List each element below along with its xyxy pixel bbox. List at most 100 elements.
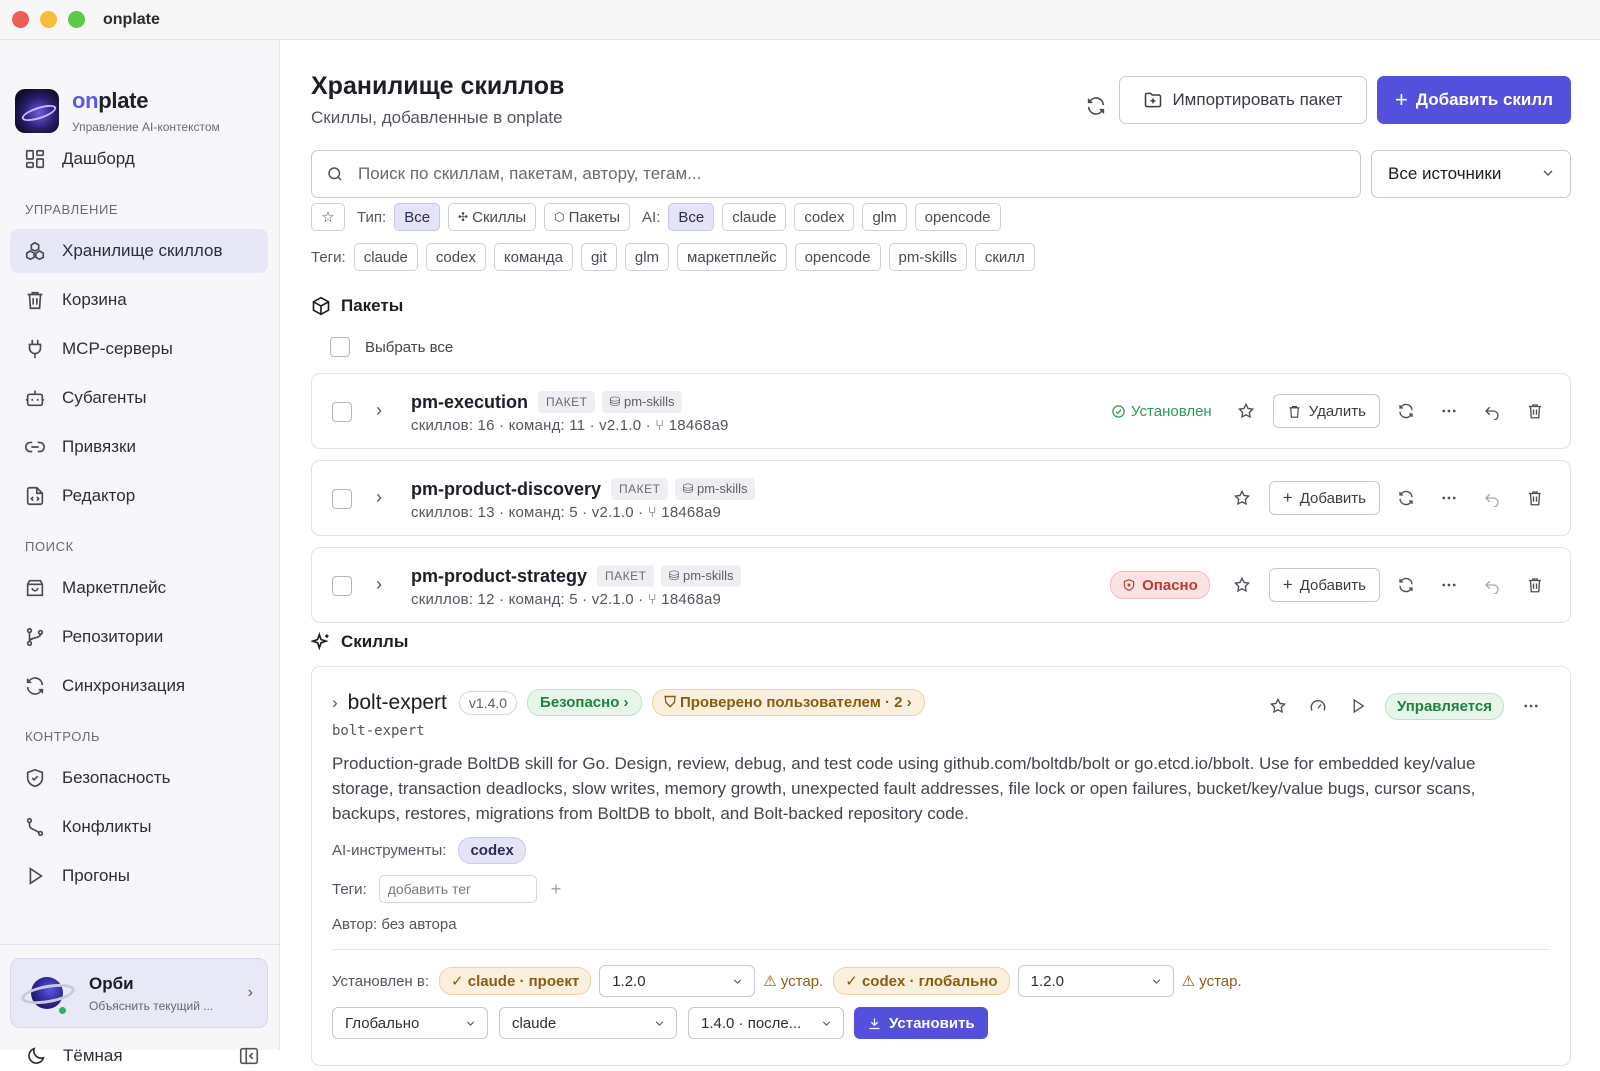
delete-package-button[interactable] bbox=[1518, 481, 1552, 515]
tag-filter[interactable]: claude bbox=[353, 243, 418, 271]
sidebar-item-repos[interactable]: Репозитории bbox=[10, 615, 268, 659]
installation-chip[interactable]: ✓ codex · глобально bbox=[833, 967, 1010, 995]
tag-filter[interactable]: codex bbox=[425, 243, 486, 271]
sidebar-item-conflicts[interactable]: Конфликты bbox=[10, 805, 268, 849]
package-meta: скиллов: 12 · команд: 5 · v2.1.0 · ⑂ 184… bbox=[411, 591, 722, 608]
ai-tool-chip[interactable]: codex bbox=[458, 837, 526, 864]
favorite-button[interactable] bbox=[1225, 568, 1259, 602]
window-title: onplate bbox=[103, 10, 160, 28]
favorite-button[interactable] bbox=[1261, 689, 1295, 723]
undo-button[interactable] bbox=[1475, 568, 1509, 602]
package-checkbox[interactable] bbox=[332, 489, 352, 509]
orbi-assistant-card[interactable]: Орби Объяснить текущий ... › bbox=[10, 958, 268, 1028]
link-icon bbox=[24, 436, 46, 458]
chevron-down-icon bbox=[466, 1021, 475, 1026]
theme-toggle[interactable]: Тёмная bbox=[25, 1045, 123, 1067]
favorite-button[interactable] bbox=[1229, 394, 1263, 428]
installed-version-select[interactable]: 1.2.0 bbox=[1017, 965, 1174, 997]
delete-package-button[interactable] bbox=[1518, 568, 1552, 602]
more-button[interactable] bbox=[1432, 481, 1466, 515]
sidebar-item-marketplace[interactable]: Маркетплейс bbox=[10, 566, 268, 610]
package-row: › pm-product-discovery ПАКЕТ ⛁ pm-skills… bbox=[311, 460, 1571, 536]
scope-select[interactable]: Глобально bbox=[332, 1007, 488, 1039]
target-tool-select[interactable]: claude bbox=[499, 1007, 677, 1039]
safe-badge[interactable]: Безопасно › bbox=[527, 689, 642, 716]
delete-package-button[interactable] bbox=[1518, 394, 1552, 428]
type-filter-all[interactable]: Все bbox=[394, 203, 441, 231]
add-skill-button[interactable]: + Добавить скилл bbox=[1377, 76, 1571, 124]
chevron-right-icon[interactable]: › bbox=[376, 400, 382, 421]
undo-button[interactable] bbox=[1475, 481, 1509, 515]
sidebar-item-skills-store[interactable]: Хранилище скиллов bbox=[10, 229, 268, 273]
install-button[interactable]: Установить bbox=[854, 1007, 988, 1039]
close-window-button[interactable] bbox=[12, 11, 29, 28]
tag-filter[interactable]: маркетплейс bbox=[677, 243, 787, 271]
more-button[interactable] bbox=[1514, 689, 1548, 723]
package-checkbox[interactable] bbox=[332, 402, 352, 422]
skill-divider bbox=[332, 949, 1550, 950]
sidebar-item-sync[interactable]: Синхронизация bbox=[10, 664, 268, 708]
sidebar-item-trash[interactable]: Корзина bbox=[10, 278, 268, 322]
brand-name: onplate bbox=[72, 88, 149, 113]
collapse-sidebar-button[interactable] bbox=[238, 1045, 260, 1067]
sidebar-item-dashboard[interactable]: Дашборд bbox=[10, 137, 268, 181]
select-all-checkbox[interactable] bbox=[330, 337, 350, 357]
add-package-button[interactable]: + Добавить bbox=[1268, 568, 1380, 602]
select-all-packages[interactable]: Выбрать все bbox=[330, 337, 453, 357]
more-button[interactable] bbox=[1432, 568, 1466, 602]
author-row: Автор: без автора bbox=[332, 916, 457, 933]
sync-package-button[interactable] bbox=[1389, 394, 1423, 428]
remove-package-button[interactable]: Удалить bbox=[1272, 394, 1380, 428]
plus-icon[interactable]: + bbox=[551, 879, 562, 900]
favorite-button[interactable] bbox=[1225, 481, 1259, 515]
target-version-select[interactable]: 1.4.0 · после... bbox=[688, 1007, 844, 1039]
search-input[interactable] bbox=[358, 164, 1258, 184]
tag-filter[interactable]: скилл bbox=[974, 243, 1035, 271]
ai-filter-all[interactable]: Все bbox=[668, 203, 715, 231]
tag-filter[interactable]: pm-skills bbox=[888, 243, 967, 271]
ai-filter-option[interactable]: claude bbox=[722, 203, 787, 231]
orbi-avatar bbox=[19, 971, 77, 1015]
more-horizontal-icon bbox=[1442, 496, 1456, 500]
favorites-filter[interactable]: ☆ bbox=[311, 203, 345, 231]
sidebar-item-runs[interactable]: Прогоны bbox=[10, 854, 268, 898]
add-package-button[interactable]: + Добавить bbox=[1268, 481, 1380, 515]
sidebar-item-mcp[interactable]: MCP-серверы bbox=[10, 327, 268, 371]
sync-package-button[interactable] bbox=[1389, 481, 1423, 515]
package-checkbox[interactable] bbox=[332, 576, 352, 596]
type-filter-skills[interactable]: ✣ Скиллы bbox=[448, 203, 537, 231]
ai-filter-option[interactable]: opencode bbox=[914, 203, 1001, 231]
sidebar-item-editor[interactable]: Редактор bbox=[10, 474, 268, 518]
sync-package-button[interactable] bbox=[1389, 568, 1423, 602]
import-package-button[interactable]: Импортировать пакет bbox=[1119, 76, 1367, 124]
sidebar-item-subagents[interactable]: Субагенты bbox=[10, 376, 268, 420]
add-tag-input[interactable] bbox=[378, 875, 537, 903]
sidebar-item-security[interactable]: Безопасность bbox=[10, 756, 268, 800]
more-horizontal-icon bbox=[1524, 704, 1538, 708]
tag-filter[interactable]: opencode bbox=[794, 243, 881, 271]
ai-filter-option[interactable]: glm bbox=[862, 203, 907, 231]
package-badge: ПАКЕТ bbox=[538, 391, 596, 413]
source-select[interactable]: Все источники bbox=[1371, 150, 1571, 198]
tag-filter[interactable]: команда bbox=[493, 243, 574, 271]
installed-status: Установлен bbox=[1111, 403, 1212, 420]
refresh-button[interactable] bbox=[1081, 91, 1111, 121]
type-filter-packages[interactable]: ⬡ Пакеты bbox=[544, 203, 631, 231]
minimize-window-button[interactable] bbox=[40, 11, 57, 28]
tag-filter[interactable]: glm bbox=[624, 243, 670, 271]
installed-version-select[interactable]: 1.2.0 bbox=[599, 965, 756, 997]
verified-badge[interactable]: ⛉ Проверено пользователем · 2 › bbox=[651, 689, 925, 716]
sidebar-item-bindings[interactable]: Привязки bbox=[10, 425, 268, 469]
plus-icon: + bbox=[1395, 87, 1408, 112]
tag-filter[interactable]: git bbox=[581, 243, 617, 271]
benchmark-button[interactable] bbox=[1301, 689, 1335, 723]
ai-filter-option[interactable]: codex bbox=[794, 203, 855, 231]
chevron-right-icon[interactable]: › bbox=[376, 574, 382, 595]
undo-button[interactable] bbox=[1475, 394, 1509, 428]
chevron-right-icon[interactable]: › bbox=[376, 487, 382, 508]
more-button[interactable] bbox=[1432, 394, 1466, 428]
maximize-window-button[interactable] bbox=[68, 11, 85, 28]
installation-chip[interactable]: ✓ claude · проект bbox=[439, 967, 592, 995]
chevron-right-icon[interactable]: › bbox=[332, 693, 338, 713]
run-button[interactable] bbox=[1341, 689, 1375, 723]
